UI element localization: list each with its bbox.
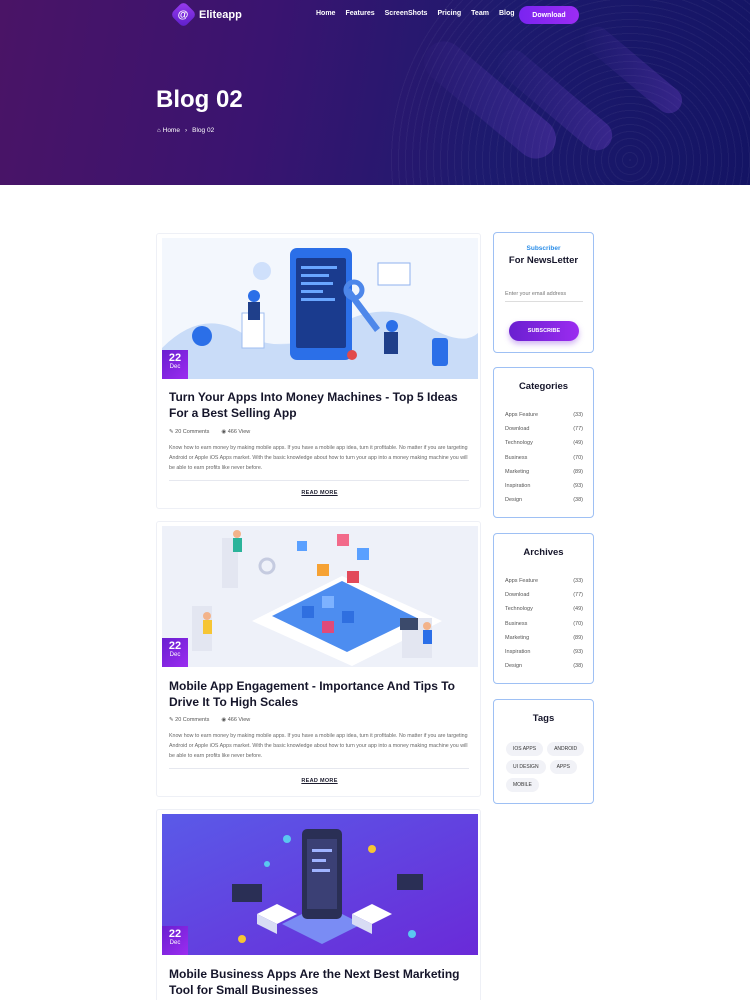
archive-item[interactable]: Technology (49) [505,602,583,616]
tag[interactable]: IOS APPS [506,742,544,756]
date-badge: 22 Dec [162,350,188,379]
nav-item-features[interactable]: Features [345,10,374,17]
category-item[interactable]: Design (38) [505,493,583,507]
comments-count: 20 Comments [175,717,210,723]
views-count: 466 View [227,717,251,723]
home-icon: ⌂ [157,127,161,134]
archive-item[interactable]: Inspiration (93) [505,645,583,659]
date-day: 22 [168,352,182,364]
post-meta: ✎ 20 Comments ◉ 466 View [169,429,250,435]
email-input[interactable]: Enter your email address [505,291,583,302]
category-item[interactable]: Download (77) [505,422,583,436]
hero-banner: @ Eliteapp Home Features ScreenShots Pri… [0,0,750,185]
archive-item[interactable]: Download (77) [505,588,583,602]
date-month: Dec [169,940,181,946]
date-day: 22 [168,640,182,652]
date-badge: 22 Dec [162,638,188,667]
archive-item[interactable]: Marketing (89) [505,631,583,645]
tag[interactable]: UI DESIGN [506,760,546,774]
categories-list: Apps Feature (33) Download (77) Technology… [505,408,583,507]
archives-widget: Archives Apps Feature (33) Download (77) T… [493,533,594,684]
views-count: 466 View [227,429,251,435]
post-excerpt: Know how to earn money by making mobile … [169,733,468,759]
category-item[interactable]: Marketing (89) [505,465,583,479]
tag-cloud: IOS APPS ANDROID UI DESIGN APPS MOBILE [506,742,586,792]
eye-icon: ◉ 466 View [221,429,251,435]
download-button[interactable]: Download [519,6,579,24]
archive-item[interactable]: Design (38) [505,659,583,673]
post-excerpt: Know how to earn money by making mobile … [169,445,468,471]
archives-list: Apps Feature (33) Download (77) Technology… [505,574,583,673]
blog-post-card: 22 Dec Turn Your Apps Into Money Machine… [156,233,481,509]
category-item[interactable]: Business (70) [505,451,583,465]
nav-item-home[interactable]: Home [316,10,335,17]
post-title[interactable]: Turn Your Apps Into Money Machines - Top… [169,389,474,421]
divider [169,480,469,481]
tag[interactable]: APPS [549,760,577,774]
blog-post-card: 22 Dec Mobile Business Apps Are the Next… [156,809,481,1000]
categories-widget: Categories Apps Feature (33) Download (77)… [493,367,594,518]
blog-post-card: 22 Dec Mobile App Engagement - Importanc… [156,521,481,797]
date-day: 22 [168,928,182,940]
newsletter-widget: Subscriber For NewsLetter Enter your ema… [493,232,594,353]
read-more-link[interactable]: READ MORE [157,778,482,784]
logo[interactable]: @ Eliteapp [170,1,242,28]
archives-title: Archives [523,547,564,558]
read-more-link[interactable]: READ MORE [157,490,482,496]
post-title[interactable]: Mobile App Engagement - Importance And T… [169,678,474,710]
breadcrumb: ⌂ Home › Blog 02 [157,127,214,134]
date-month: Dec [169,652,181,658]
newsletter-title: For NewsLetter [508,255,579,266]
newsletter-kicker: Subscriber [526,245,561,252]
tags-widget: Tags IOS APPS ANDROID UI DESIGN APPS MOB… [493,699,594,804]
top-nav: @ Eliteapp Home Features ScreenShots Pri… [0,0,750,30]
breadcrumb-separator: › [184,127,188,134]
category-item[interactable]: Apps Feature (33) [505,408,583,422]
comment-icon: ✎ 20 Comments [169,717,210,723]
tag[interactable]: ANDROID [547,742,585,756]
date-badge: 22 Dec [162,926,188,955]
post-meta: ✎ 20 Comments ◉ 466 View [169,717,250,723]
nav-item-screenshots[interactable]: ScreenShots [385,10,428,17]
post-image[interactable] [162,814,478,955]
breadcrumb-current: Blog 02 [192,127,215,134]
nav-item-team[interactable]: Team [471,10,489,17]
category-item[interactable]: Inspiration (93) [505,479,583,493]
nav-menu: Home Features ScreenShots Pricing Team B… [316,10,525,17]
breadcrumb-home[interactable]: Home [163,127,180,134]
archive-item[interactable]: Business (70) [505,617,583,631]
tag[interactable]: MOBILE [506,778,539,792]
comment-icon: ✎ 20 Comments [169,429,210,435]
post-image[interactable] [162,526,478,667]
nav-item-pricing[interactable]: Pricing [437,10,461,17]
nav-item-blog[interactable]: Blog [499,10,515,17]
archive-item[interactable]: Apps Feature (33) [505,574,583,588]
post-title[interactable]: Mobile Business Apps Are the Next Best M… [169,966,474,998]
comments-count: 20 Comments [175,429,210,435]
page-title: Blog 02 [156,86,243,113]
categories-title: Categories [518,381,569,392]
divider [169,768,469,769]
post-image[interactable] [162,238,478,379]
logo-text: Eliteapp [199,8,242,21]
subscribe-button[interactable]: SUBSCRIBE [509,321,579,341]
date-month: Dec [169,364,181,370]
eye-icon: ◉ 466 View [221,717,251,723]
logo-icon: @ [170,1,197,28]
tags-title: Tags [532,713,555,724]
category-item[interactable]: Technology (49) [505,436,583,450]
